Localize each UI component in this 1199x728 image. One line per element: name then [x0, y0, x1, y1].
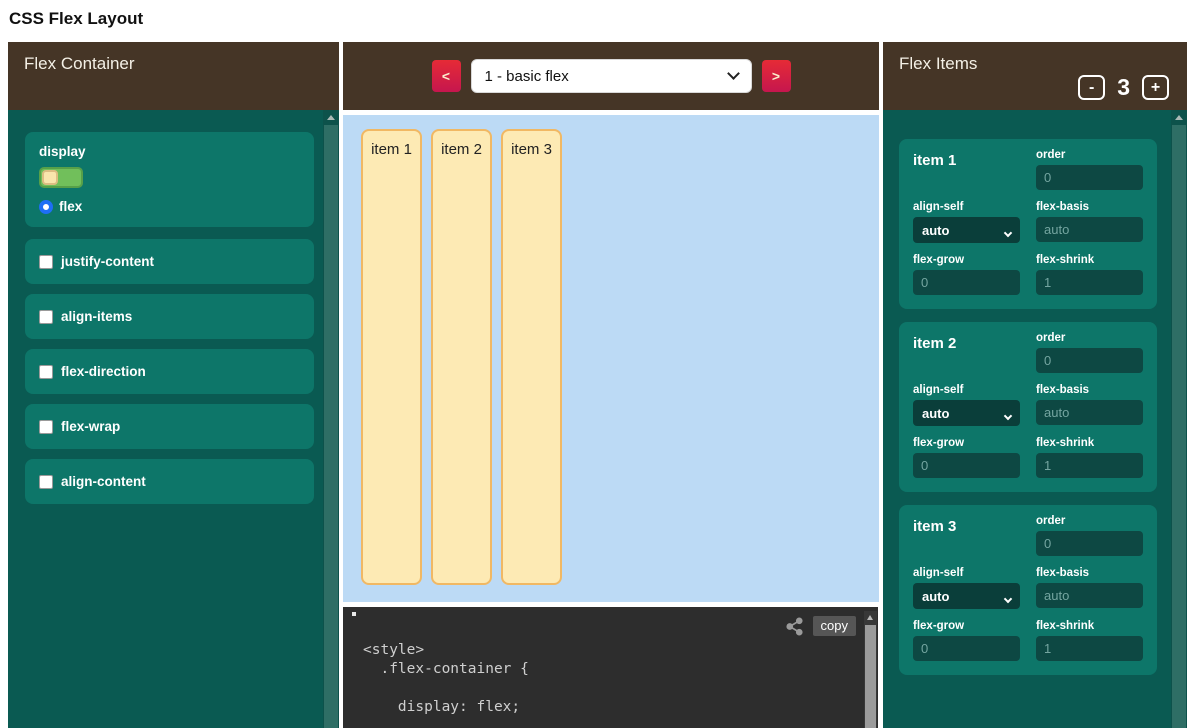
item-card-title: item 3	[913, 515, 1020, 556]
display-card: display flex	[25, 132, 314, 227]
item-card-3: item 3 order align-self auto flex-basis	[899, 505, 1157, 675]
align-self-select[interactable]: auto	[913, 583, 1020, 609]
item-count: 3	[1117, 74, 1130, 101]
item-card-2: item 2 order align-self auto flex-basis	[899, 322, 1157, 492]
flex-shrink-input[interactable]	[1036, 453, 1143, 478]
scroll-up-icon[interactable]	[1175, 115, 1183, 120]
justify-content-checkbox[interactable]	[39, 255, 53, 269]
page-title: CSS Flex Layout	[9, 9, 143, 29]
code-listing: <style> .flex-container { display: flex;	[343, 641, 878, 717]
code-line: <style>	[363, 641, 878, 660]
flex-basis-label: flex-basis	[1036, 201, 1143, 213]
code-scrollbar[interactable]	[864, 611, 877, 728]
flex-basis-input[interactable]	[1036, 400, 1143, 425]
next-example-button[interactable]: >	[762, 60, 791, 92]
flex-radio-label: flex	[59, 199, 82, 214]
align-self-label: align-self	[913, 384, 1020, 396]
flex-shrink-label: flex-shrink	[1036, 254, 1143, 266]
flex-direction-checkbox[interactable]	[39, 365, 53, 379]
display-toggle[interactable]	[39, 167, 83, 188]
property-card-justify-content: justify-content	[25, 239, 314, 284]
align-self-label: align-self	[913, 201, 1020, 213]
code-line: .flex-container {	[363, 660, 878, 679]
flex-shrink-input[interactable]	[1036, 270, 1143, 295]
scroll-up-icon[interactable]	[327, 115, 335, 120]
align-content-checkbox[interactable]	[39, 475, 53, 489]
flex-basis-input[interactable]	[1036, 583, 1143, 608]
flex-basis-input[interactable]	[1036, 217, 1143, 242]
flex-grow-input[interactable]	[913, 636, 1020, 661]
flex-grow-label: flex-grow	[913, 620, 1020, 632]
code-line: display: flex;	[363, 698, 878, 717]
property-card-align-items: align-items	[25, 294, 314, 339]
right-panel-scrollbar[interactable]	[1171, 110, 1187, 728]
flex-wrap-checkbox[interactable]	[39, 420, 53, 434]
add-item-button[interactable]: +	[1142, 75, 1169, 100]
flex-grow-input[interactable]	[913, 453, 1020, 478]
flex-basis-label: flex-basis	[1036, 384, 1143, 396]
align-items-checkbox[interactable]	[39, 310, 53, 324]
flex-shrink-input[interactable]	[1036, 636, 1143, 661]
text-cursor	[352, 612, 356, 616]
align-self-label: align-self	[913, 567, 1020, 579]
preview-item-3: item 3	[501, 129, 562, 585]
flex-grow-label: flex-grow	[913, 254, 1020, 266]
property-card-flex-direction: flex-direction	[25, 349, 314, 394]
property-card-align-content: align-content	[25, 459, 314, 504]
flex-container-panel-body: display flex justify-content align-items…	[8, 110, 339, 728]
scroll-up-icon[interactable]	[867, 615, 873, 620]
align-items-label: align-items	[61, 309, 132, 324]
flex-container-panel-header: Flex Container	[8, 42, 339, 110]
item-count-controls: - 3 +	[899, 74, 1171, 101]
order-input[interactable]	[1036, 348, 1143, 373]
display-label: display	[39, 144, 300, 159]
item-card-title: item 2	[913, 332, 1020, 373]
example-select[interactable]: 1 - basic flex	[471, 59, 752, 93]
flex-radio[interactable]	[39, 200, 53, 214]
left-panel-scrollbar[interactable]	[323, 110, 339, 728]
order-label: order	[1036, 332, 1143, 344]
item-card-1: item 1 order align-self auto flex-basis	[899, 139, 1157, 309]
copy-button[interactable]: copy	[813, 616, 856, 636]
code-line	[363, 679, 878, 698]
share-icon[interactable]	[785, 617, 804, 636]
code-scrollbar-thumb[interactable]	[865, 625, 876, 728]
order-label: order	[1036, 515, 1143, 527]
flex-shrink-label: flex-shrink	[1036, 620, 1143, 632]
justify-content-label: justify-content	[61, 254, 154, 269]
flex-grow-input[interactable]	[913, 270, 1020, 295]
right-panel-scrollbar-thumb[interactable]	[1172, 125, 1186, 728]
example-navigation: < 1 - basic flex >	[343, 42, 879, 110]
preview-item-1: item 1	[361, 129, 422, 585]
property-card-flex-wrap: flex-wrap	[25, 404, 314, 449]
flex-container-panel-title: Flex Container	[24, 54, 135, 73]
code-panel: copy <style> .flex-container { display: …	[343, 607, 878, 728]
align-content-label: align-content	[61, 474, 146, 489]
remove-item-button[interactable]: -	[1078, 75, 1105, 100]
flex-wrap-label: flex-wrap	[61, 419, 120, 434]
flex-container-panel: Flex Container display flex justify-cont…	[8, 42, 339, 728]
prev-example-button[interactable]: <	[432, 60, 461, 92]
flex-items-panel-body: item 1 order align-self auto flex-basis	[883, 110, 1187, 728]
order-input[interactable]	[1036, 165, 1143, 190]
left-panel-scrollbar-thumb[interactable]	[324, 125, 338, 728]
display-toggle-knob	[42, 170, 58, 185]
flex-items-panel: Flex Items - 3 + item 1 order align-self…	[883, 42, 1187, 728]
flex-items-panel-header: Flex Items - 3 +	[883, 42, 1187, 110]
flex-grow-label: flex-grow	[913, 437, 1020, 449]
flex-direction-label: flex-direction	[61, 364, 146, 379]
flex-items-panel-title: Flex Items	[899, 54, 1171, 74]
item-card-title: item 1	[913, 149, 1020, 190]
order-label: order	[1036, 149, 1143, 161]
preview-item-2: item 2	[431, 129, 492, 585]
flex-basis-label: flex-basis	[1036, 567, 1143, 579]
order-input[interactable]	[1036, 531, 1143, 556]
align-self-select[interactable]: auto	[913, 217, 1020, 243]
flex-shrink-label: flex-shrink	[1036, 437, 1143, 449]
align-self-select[interactable]: auto	[913, 400, 1020, 426]
flex-preview: item 1 item 2 item 3	[343, 115, 879, 602]
